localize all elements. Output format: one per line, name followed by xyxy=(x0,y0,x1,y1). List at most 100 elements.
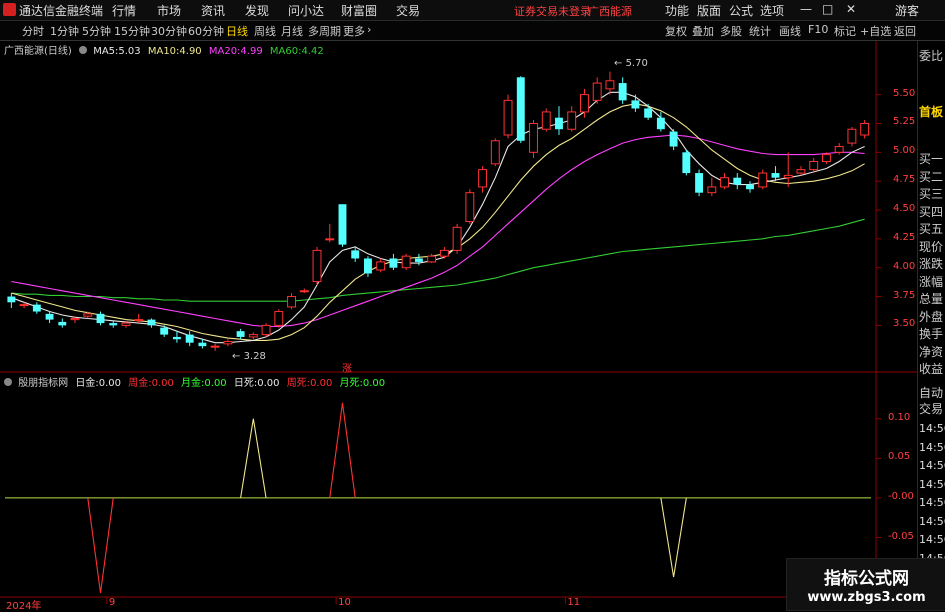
candle-body xyxy=(707,186,717,194)
quote-field-label: 换手 xyxy=(919,327,944,341)
candle-body xyxy=(490,140,500,165)
ma5-label: MA5:5.03 xyxy=(93,46,141,57)
price-tick-label: 5.00 xyxy=(893,145,916,157)
tab-intraday[interactable]: 分时 xyxy=(22,23,44,39)
minimize-icon[interactable]: — xyxy=(800,2,812,16)
tab-5min[interactable]: 5分钟 xyxy=(82,23,111,39)
settings-circle-icon[interactable] xyxy=(79,46,87,54)
quote-field-label: 买一 xyxy=(919,152,944,166)
candle-body xyxy=(720,177,729,188)
price-tick-label: 4.25 xyxy=(893,231,916,243)
chart-stock-name: 广西能源(日线) xyxy=(4,46,72,57)
menu-item-markets[interactable]: 市场 xyxy=(157,2,181,19)
trade-time: 14:56 xyxy=(919,459,945,472)
candle-body xyxy=(210,345,220,348)
quote-field-label: 涨跌 xyxy=(919,257,944,271)
btn-back[interactable]: 返回 xyxy=(894,23,916,39)
menu-item-ask[interactable]: 问小达 xyxy=(288,2,324,19)
tab-monthly[interactable]: 月线 xyxy=(281,23,303,39)
btn-add-watchlist[interactable]: +自选 xyxy=(860,23,891,39)
btn-draw[interactable]: 画线 xyxy=(779,23,801,39)
menu-item-fortune-circle[interactable]: 财富圈 xyxy=(341,2,377,19)
kline-chart[interactable] xyxy=(0,0,945,609)
ma20-line xyxy=(11,134,865,328)
quote-field-label: 现价 xyxy=(919,239,944,254)
right-panel-weibi: 委比 xyxy=(919,49,944,63)
candle-body xyxy=(83,313,93,317)
menu-item-trade[interactable]: 交易 xyxy=(396,2,420,19)
indicator-name: 殷朋指标网 xyxy=(18,378,69,389)
tab-1min[interactable]: 1分钟 xyxy=(50,23,79,39)
btn-multi-stock[interactable]: 多股 xyxy=(720,23,742,39)
indicator-header: 殷朋指标网 日金:0.00 周金:0.00 月金:0.00 日死:0.00 周死… xyxy=(4,374,386,389)
ind-daily-gold: 日金:0.00 xyxy=(75,378,122,389)
indicator-spike xyxy=(240,418,267,499)
btn-f10[interactable]: F10 xyxy=(808,23,828,36)
btn-overlay[interactable]: 叠加 xyxy=(692,23,714,39)
ma60-line xyxy=(11,218,865,302)
watermark: 指标公式网 www.zbgs3.com xyxy=(786,558,945,611)
candle-body xyxy=(185,334,194,343)
candle-body xyxy=(160,327,169,335)
menu-formula[interactable]: 公式 xyxy=(729,2,753,19)
candle-body xyxy=(592,82,602,101)
price-tick-label: 4.50 xyxy=(893,203,916,214)
candle-body xyxy=(555,117,563,130)
close-icon[interactable]: ✕ xyxy=(846,2,856,16)
candle-body xyxy=(172,336,181,340)
candle-body xyxy=(364,258,372,274)
trade-time: 14:56 xyxy=(919,477,945,491)
tab-30min[interactable]: 30分钟 xyxy=(151,23,187,39)
candle-body xyxy=(389,258,398,268)
watermark-line2: www.zbgs3.com xyxy=(807,590,926,605)
candle-body xyxy=(376,261,386,271)
auto-trade-label: 自动交易 xyxy=(919,386,944,416)
chevron-right-icon[interactable]: › xyxy=(367,23,371,36)
ind-monthly-death: 月死:0.00 xyxy=(339,378,386,389)
menu-function[interactable]: 功能 xyxy=(665,2,689,19)
rise-marker: 涨 xyxy=(342,364,352,375)
indicator-settings-icon[interactable] xyxy=(4,378,12,386)
period-toolbar: 分时 1分钟 5分钟 15分钟 30分钟 60分钟 日线 周线 月线 多周期 更… xyxy=(0,21,945,41)
tab-more[interactable]: 更多 xyxy=(343,23,365,39)
menu-options[interactable]: 选项 xyxy=(760,2,784,19)
menu-layout[interactable]: 版面 xyxy=(697,2,721,19)
tab-15min[interactable]: 15分钟 xyxy=(114,23,150,39)
ma20-label: MA20:4.99 xyxy=(208,46,263,57)
candle-body xyxy=(452,226,462,251)
menu-item-discover[interactable]: 发现 xyxy=(245,2,269,19)
tab-multi-period[interactable]: 多周期 xyxy=(308,23,341,39)
quote-field-label: 买二 xyxy=(919,169,944,184)
trade-time: 14:56 xyxy=(919,440,945,454)
user-label[interactable]: 游客 xyxy=(895,2,919,19)
candle-body xyxy=(121,322,131,326)
ind-monthly-gold: 月金:0.00 xyxy=(181,378,227,389)
date-tick-label: 10 xyxy=(338,597,351,608)
menu-item-news[interactable]: 资讯 xyxy=(201,2,225,19)
candle-body xyxy=(618,83,627,101)
candle-body xyxy=(248,334,258,338)
tab-weekly[interactable]: 周线 xyxy=(254,23,276,39)
trade-status[interactable]: 证券交易未登录 xyxy=(514,3,591,19)
btn-mark[interactable]: 标记 xyxy=(834,23,856,39)
candle-body xyxy=(733,177,742,185)
candle-body xyxy=(236,331,245,337)
tab-60min[interactable]: 60分钟 xyxy=(188,23,224,39)
maximize-icon[interactable]: □ xyxy=(822,2,833,16)
indicator-spike xyxy=(660,497,687,578)
candle-body xyxy=(478,169,488,188)
candle-body xyxy=(567,111,577,130)
candle-body xyxy=(325,238,335,241)
tab-daily[interactable]: 日线 xyxy=(226,23,248,39)
quote-field-label: 买三 xyxy=(919,187,944,201)
candle-body xyxy=(541,111,551,130)
price-tick-label: 3.50 xyxy=(893,318,916,330)
trade-time: 14:56 xyxy=(919,514,945,528)
btn-restore-rights[interactable]: 复权 xyxy=(665,23,687,39)
candle-body xyxy=(695,173,704,193)
btn-stats[interactable]: 统计 xyxy=(749,23,771,39)
app-title: 通达信金融终端 xyxy=(19,4,104,18)
menu-item-market[interactable]: 行情 xyxy=(112,2,136,19)
price-tick-label: 5.50 xyxy=(893,87,916,99)
candle-body xyxy=(809,161,819,171)
